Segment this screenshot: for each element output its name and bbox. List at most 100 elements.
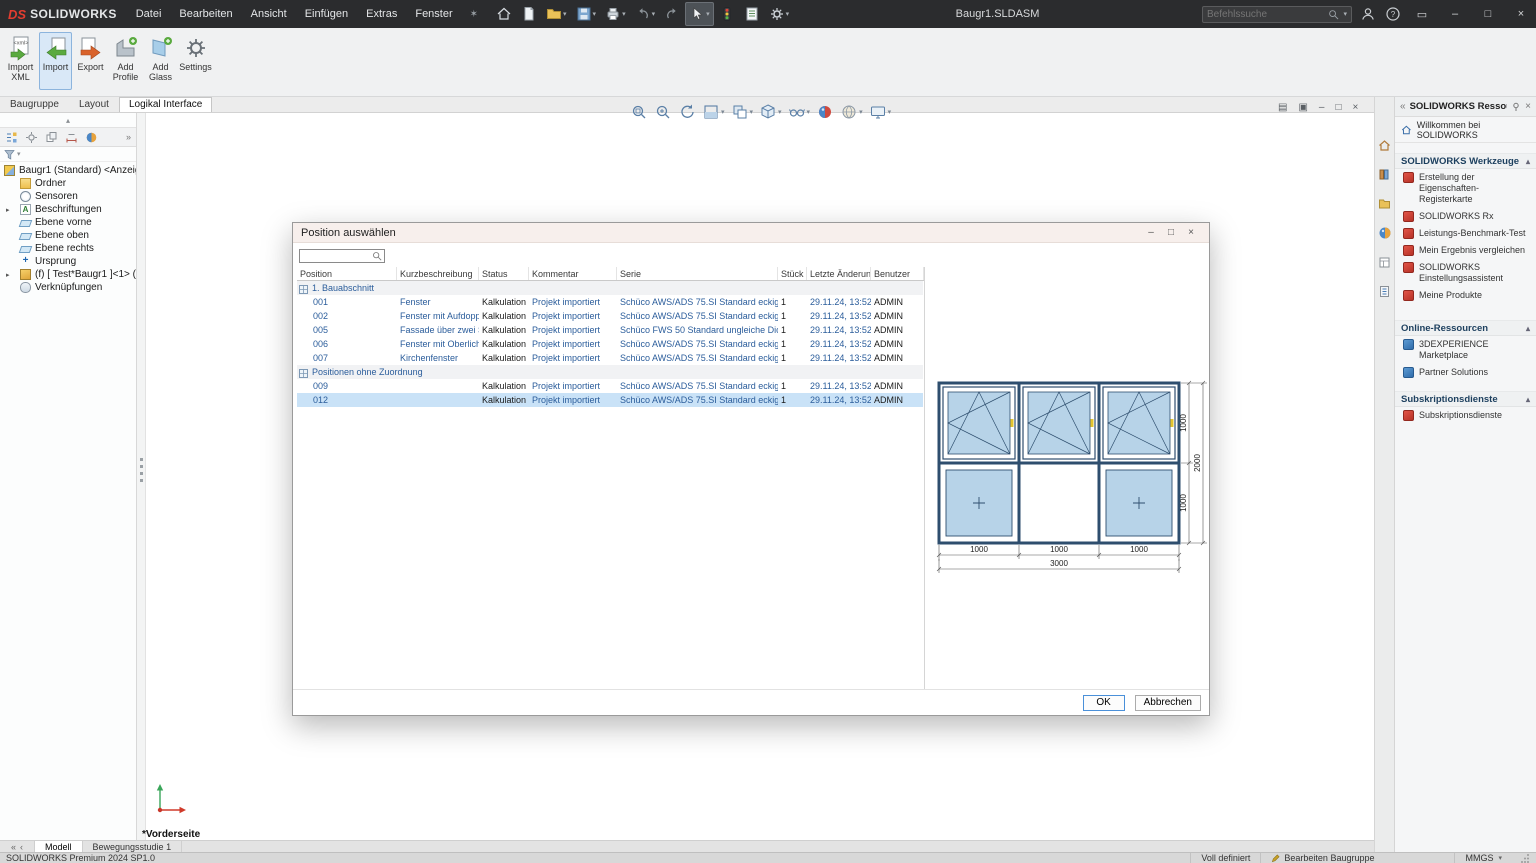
table-row[interactable]: 005 Fassade über zwei Sto... Kalkulation… <box>297 323 923 337</box>
tree-item[interactable]: Verknüpfungen <box>0 281 136 294</box>
home-button[interactable] <box>492 2 516 26</box>
column-header-position[interactable]: Position <box>297 267 397 280</box>
column-header-status[interactable]: Status <box>479 267 529 280</box>
export-button[interactable]: Export <box>74 32 107 90</box>
design-library-tab[interactable] <box>1378 168 1391 184</box>
section-collapse-icon[interactable]: ▴ <box>1526 157 1530 166</box>
tree-item[interactable]: ▸ Beschriftungen <box>0 203 136 216</box>
search-caret-icon[interactable]: ▾ <box>1343 10 1347 18</box>
column-header-stueck[interactable]: Stück <box>778 267 807 280</box>
undo-caret-icon[interactable]: ▾ <box>652 10 656 18</box>
tree-item[interactable]: Ebene vorne <box>0 216 136 229</box>
save-caret-icon[interactable]: ▾ <box>593 10 597 18</box>
table-row[interactable]: 006 Fenster mit Oberlicht Kalkulation Pr… <box>297 337 923 351</box>
section-online-ressourcen[interactable]: Online-Ressourcen ▴ <box>1395 320 1536 336</box>
resize-grip-icon[interactable] <box>1520 853 1530 863</box>
section-collapse-icon[interactable]: ▴ <box>1526 395 1530 404</box>
new-document-button[interactable] <box>517 2 541 26</box>
column-header-letzte-aenderung[interactable]: Letzte Änderung <box>807 267 871 280</box>
pane-box-icon[interactable]: ▣ <box>1298 102 1307 113</box>
save-button[interactable]: ▾ <box>572 2 601 26</box>
file-explorer-tab[interactable] <box>1378 197 1391 213</box>
welcome-link[interactable]: Willkommen bei SOLIDWORKS <box>1395 117 1536 143</box>
displaymanager-tab-button[interactable] <box>85 131 98 144</box>
table-row[interactable]: 012 Kalkulation Projekt importiert Schüc… <box>297 393 923 407</box>
custom-properties-tab[interactable] <box>1378 285 1391 301</box>
table-row[interactable]: 007 Kirchenfenster Kalkulation Projekt i… <box>297 351 923 365</box>
display-style-button[interactable]: ▾ <box>729 102 756 122</box>
splitter-handle-icon[interactable] <box>140 458 143 484</box>
edit-appearance-button[interactable] <box>814 102 836 122</box>
tab-modell[interactable]: Modell <box>34 841 83 852</box>
configurationmanager-tab-button[interactable] <box>45 131 58 144</box>
tab-overflow-button[interactable]: » <box>126 132 131 142</box>
taskpane-home-tab[interactable] <box>1378 139 1391 155</box>
dialog-close-button[interactable]: × <box>1181 227 1201 238</box>
doc-minimize-button[interactable]: – <box>1319 102 1325 113</box>
expand-arrow-icon[interactable]: ▸ <box>6 206 14 214</box>
dimxpertmanager-tab-button[interactable] <box>65 131 78 144</box>
tree-item[interactable]: Ebene rechts <box>0 242 136 255</box>
resource-item[interactable]: Subskriptionsdienste <box>1395 407 1536 424</box>
hide-show-items-button[interactable]: ▾ <box>786 102 813 122</box>
section-view-button[interactable]: ▾ <box>700 102 727 122</box>
cancel-button[interactable]: Abbrechen <box>1135 695 1201 711</box>
filter-caret-icon[interactable]: ▾ <box>17 150 21 158</box>
tree-item[interactable]: ▸ (f) [ Test*Baugr1 ]<1> (Standard) <box>0 268 136 281</box>
options-button[interactable]: ▾ <box>765 2 794 26</box>
propertymanager-tab-button[interactable] <box>25 131 38 144</box>
print-caret-icon[interactable]: ▾ <box>622 10 626 18</box>
window-expand-button[interactable]: ▭ <box>1409 0 1435 28</box>
tree-item[interactable]: Ursprung <box>0 255 136 268</box>
resource-item[interactable]: SOLIDWORKS Einstellungsassistent <box>1395 259 1536 287</box>
settings-button[interactable]: Settings <box>179 32 212 90</box>
minimize-button[interactable]: – <box>1442 0 1468 28</box>
resource-item[interactable]: SOLIDWORKS Rx <box>1395 208 1536 225</box>
dialog-maximize-button[interactable]: □ <box>1161 227 1181 238</box>
tree-item[interactable]: Ordner <box>0 177 136 190</box>
resource-item[interactable]: Erstellung der Eigenschaften-Registerkar… <box>1395 169 1536 208</box>
column-header-kommentar[interactable]: Kommentar <box>529 267 617 280</box>
add-glass-button[interactable]: Add Glass <box>144 32 177 90</box>
collapse-panel-button[interactable]: ▴ <box>0 113 136 127</box>
view-orientation-button[interactable]: ▾ <box>757 102 784 122</box>
file-properties-button[interactable] <box>740 2 764 26</box>
tab-baugruppe[interactable]: Baugruppe <box>0 97 69 112</box>
tab-nav-prev-icon[interactable]: ‹ <box>20 842 23 852</box>
rebuild-button[interactable] <box>715 2 739 26</box>
table-row[interactable]: 1. Bauabschnitt <box>297 281 923 295</box>
tree-item[interactable]: Ebene oben <box>0 229 136 242</box>
menu-ansicht[interactable]: Ansicht <box>242 0 296 28</box>
undo-button[interactable]: ▾ <box>631 2 660 26</box>
select-tool-button[interactable]: ▾ <box>685 2 714 26</box>
pin-menu-icon[interactable]: ✶ <box>462 9 486 20</box>
pin-icon[interactable] <box>1511 102 1521 112</box>
command-search-input[interactable] <box>1207 9 1325 20</box>
close-button[interactable]: × <box>1508 0 1534 28</box>
print-button[interactable]: ▾ <box>601 2 630 26</box>
ok-button[interactable]: OK <box>1083 695 1125 711</box>
zoom-fit-button[interactable] <box>628 102 650 122</box>
import-xml-button[interactable]: <xml> Import XML <box>4 32 37 90</box>
doc-close-button[interactable]: × <box>1353 102 1359 113</box>
open-document-button[interactable]: ▾ <box>542 2 571 26</box>
pane-grid-icon[interactable]: ▤ <box>1278 102 1287 113</box>
tab-nav-first-icon[interactable]: « <box>11 842 16 852</box>
menu-bearbeiten[interactable]: Bearbeiten <box>170 0 241 28</box>
section-collapse-icon[interactable]: ▴ <box>1526 324 1530 333</box>
resource-item[interactable]: 3DEXPERIENCE Marketplace <box>1395 336 1536 364</box>
table-row[interactable]: 009 Kalkulation Projekt importiert Schüc… <box>297 379 923 393</box>
panel-splitter[interactable] <box>137 113 146 840</box>
column-header-kurzbeschreibung[interactable]: Kurzbeschreibung <box>397 267 479 280</box>
tree-item[interactable]: Sensoren <box>0 190 136 203</box>
table-row[interactable]: 002 Fenster mit Aufdoppl... Kalkulation … <box>297 309 923 323</box>
table-row[interactable]: 001 Fenster Kalkulation Projekt importie… <box>297 295 923 309</box>
column-header-serie[interactable]: Serie <box>617 267 778 280</box>
section-solidworks-werkzeuge[interactable]: SOLIDWORKS Werkzeuge ▴ <box>1395 153 1536 169</box>
resource-item[interactable]: Mein Ergebnis vergleichen <box>1395 242 1536 259</box>
menu-einfuegen[interactable]: Einfügen <box>296 0 357 28</box>
resource-item[interactable]: Leistungs-Benchmark-Test <box>1395 225 1536 242</box>
zoom-area-button[interactable] <box>652 102 674 122</box>
tree-root-item[interactable]: Baugr1 (Standard) <Anzeigestatus-1> <box>0 164 136 177</box>
collapse-taskpane-button[interactable]: « <box>1400 101 1406 112</box>
